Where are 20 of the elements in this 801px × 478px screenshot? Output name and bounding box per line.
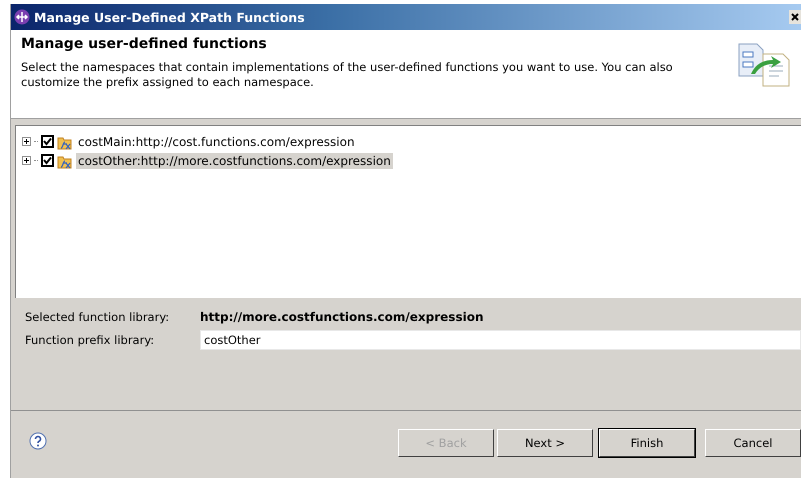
field-label: Function prefix library: xyxy=(25,333,156,347)
checkbox[interactable] xyxy=(41,154,54,167)
page-title: Manage user-defined functions xyxy=(21,36,268,52)
namespace-item[interactable]: costOther:http://more.costfunctions.com/expression xyxy=(76,152,393,168)
window-title: Manage User-Defined XPath Functions xyxy=(34,10,306,24)
prefix-field[interactable]: costOther xyxy=(200,330,801,350)
app-icon xyxy=(14,9,30,25)
expand-toggle[interactable] xyxy=(22,156,31,165)
field-label: Selected function library: xyxy=(25,310,170,324)
namespace-item[interactable]: costMain:http://cost.functions.com/expression xyxy=(76,134,357,150)
close-icon[interactable] xyxy=(789,10,801,24)
help-icon[interactable] xyxy=(29,432,47,450)
wizard-button[interactable]: Next > xyxy=(497,428,593,456)
wizard-button[interactable]: Cancel xyxy=(705,428,801,456)
checkbox[interactable] xyxy=(41,135,54,148)
document-transform-icon xyxy=(737,42,791,88)
expand-toggle[interactable] xyxy=(22,137,31,146)
page-description: Select the namespaces that contain implementations of the user-defined functions you want to use. You can also customize the prefix assigned to each namespace. xyxy=(21,60,674,90)
wizard-button[interactable]: Finish xyxy=(599,428,695,456)
library-value: http://more.costfunctions.com/expression xyxy=(200,310,484,324)
